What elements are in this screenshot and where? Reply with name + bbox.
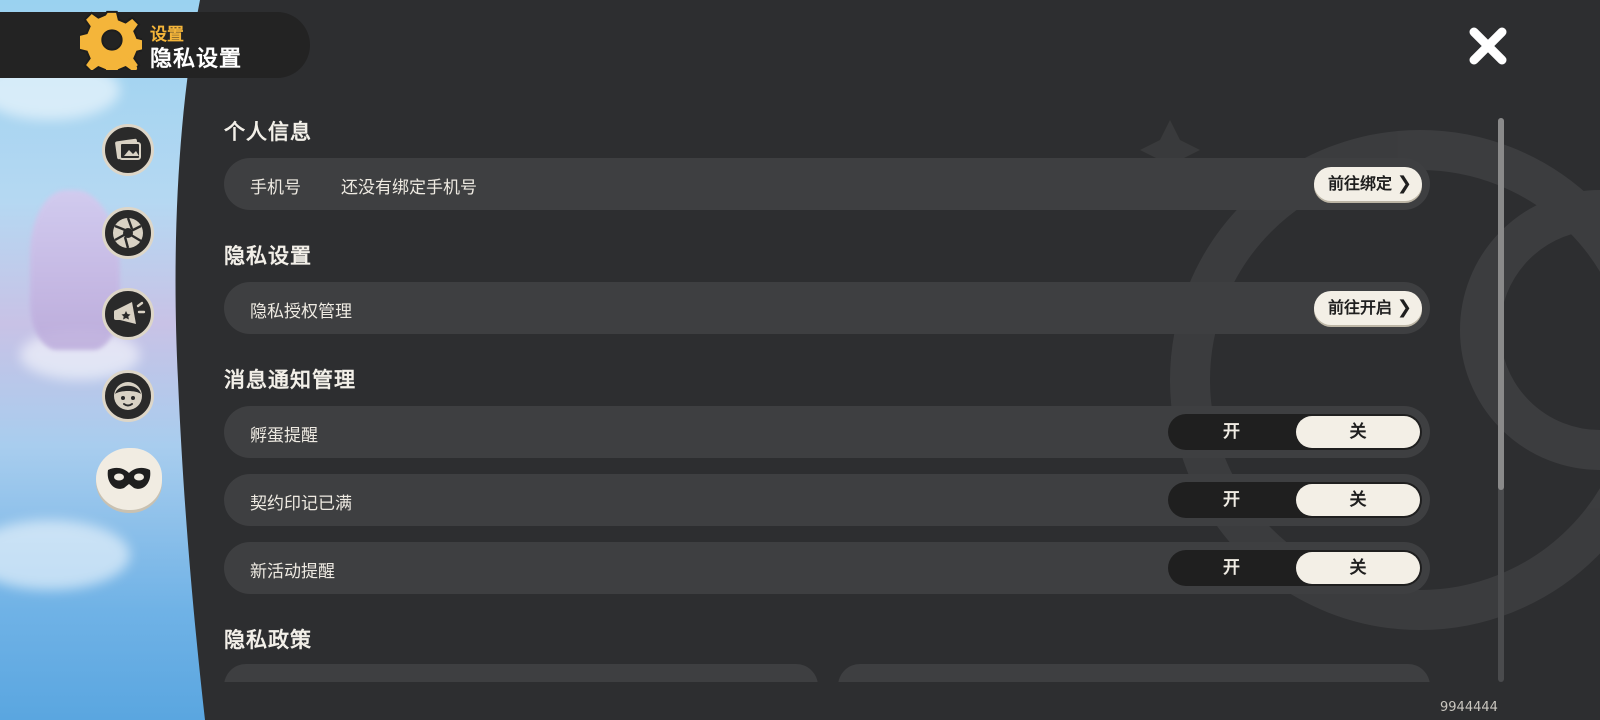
notification-label: 新活动提醒 <box>250 562 335 582</box>
chevron-right-icon: ❯ <box>1396 297 1412 318</box>
phone-row: 手机号 还没有绑定手机号 前往绑定 ❯ <box>224 158 1430 210</box>
phone-value: 还没有绑定手机号 <box>341 178 477 198</box>
settings-content: 个人信息 手机号 还没有绑定手机号 前往绑定 ❯ 隐私设置 隐私授权管理 前往开… <box>0 0 1600 682</box>
open-privacy-auth-button[interactable]: 前往开启 ❯ <box>1313 291 1422 325</box>
toggle-on-option[interactable]: 开 <box>1168 482 1295 518</box>
toggle-off-option[interactable]: 关 <box>1296 416 1420 448</box>
notification-label: 孵蛋提醒 <box>250 426 318 446</box>
toggle-off-option[interactable]: 关 <box>1296 552 1420 584</box>
toggle-on-option[interactable]: 开 <box>1168 550 1295 586</box>
privacy-policy-card[interactable] <box>224 664 818 682</box>
bind-phone-button[interactable]: 前往绑定 ❯ <box>1313 167 1422 201</box>
scrollbar[interactable] <box>1498 118 1504 682</box>
notification-row-contract: 契约印记已满 开 关 <box>224 474 1430 526</box>
privacy-auth-row: 隐私授权管理 前往开启 ❯ <box>224 282 1430 334</box>
privacy-policy-card[interactable] <box>838 664 1430 682</box>
open-privacy-auth-button-label: 前往开启 <box>1327 298 1392 317</box>
section-title-personal-info: 个人信息 <box>224 120 312 144</box>
notification-row-hatch: 孵蛋提醒 开 关 <box>224 406 1430 458</box>
user-id: 9944444 <box>1440 700 1498 715</box>
hatch-reminder-toggle[interactable]: 开 关 <box>1168 414 1422 450</box>
chevron-right-icon: ❯ <box>1396 173 1412 194</box>
section-title-privacy-policy: 隐私政策 <box>224 628 312 652</box>
new-event-reminder-toggle[interactable]: 开 关 <box>1168 550 1422 586</box>
toggle-off-option[interactable]: 关 <box>1296 484 1420 516</box>
notification-row-events: 新活动提醒 开 关 <box>224 542 1430 594</box>
toggle-on-option[interactable]: 开 <box>1168 414 1295 450</box>
section-title-notifications: 消息通知管理 <box>224 368 356 392</box>
privacy-auth-label: 隐私授权管理 <box>250 302 352 322</box>
section-title-privacy-settings: 隐私设置 <box>224 244 312 268</box>
notification-label: 契约印记已满 <box>250 494 352 514</box>
bind-phone-button-label: 前往绑定 <box>1327 174 1392 193</box>
phone-label: 手机号 <box>250 178 301 198</box>
scrollbar-thumb[interactable] <box>1498 118 1504 490</box>
contract-mark-full-toggle[interactable]: 开 关 <box>1168 482 1422 518</box>
